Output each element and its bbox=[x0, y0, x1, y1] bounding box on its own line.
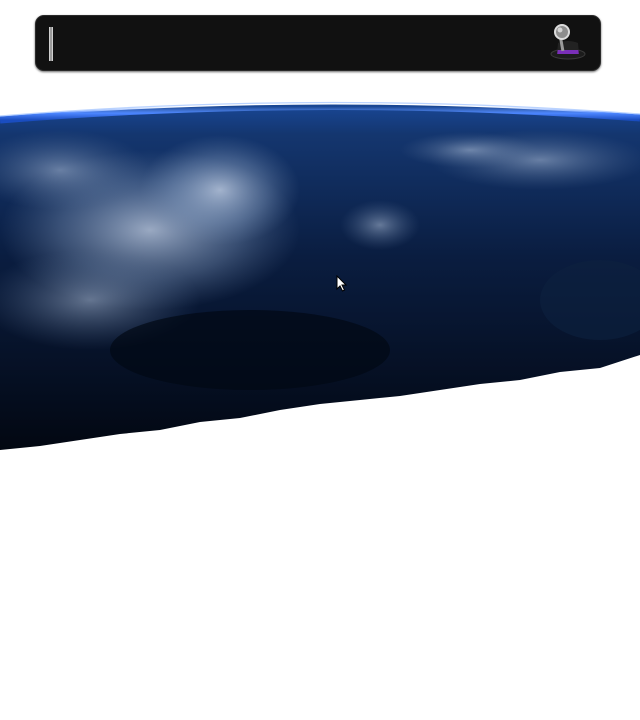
desktop-screen bbox=[0, 0, 640, 720]
launcher-search-bar[interactable] bbox=[35, 15, 601, 71]
text-caret bbox=[49, 27, 53, 61]
alfred-hat-magnifier-icon[interactable] bbox=[548, 23, 588, 63]
search-input[interactable] bbox=[46, 22, 552, 64]
earth-wallpaper bbox=[0, 80, 640, 450]
arrow-cursor-icon bbox=[336, 275, 348, 292]
